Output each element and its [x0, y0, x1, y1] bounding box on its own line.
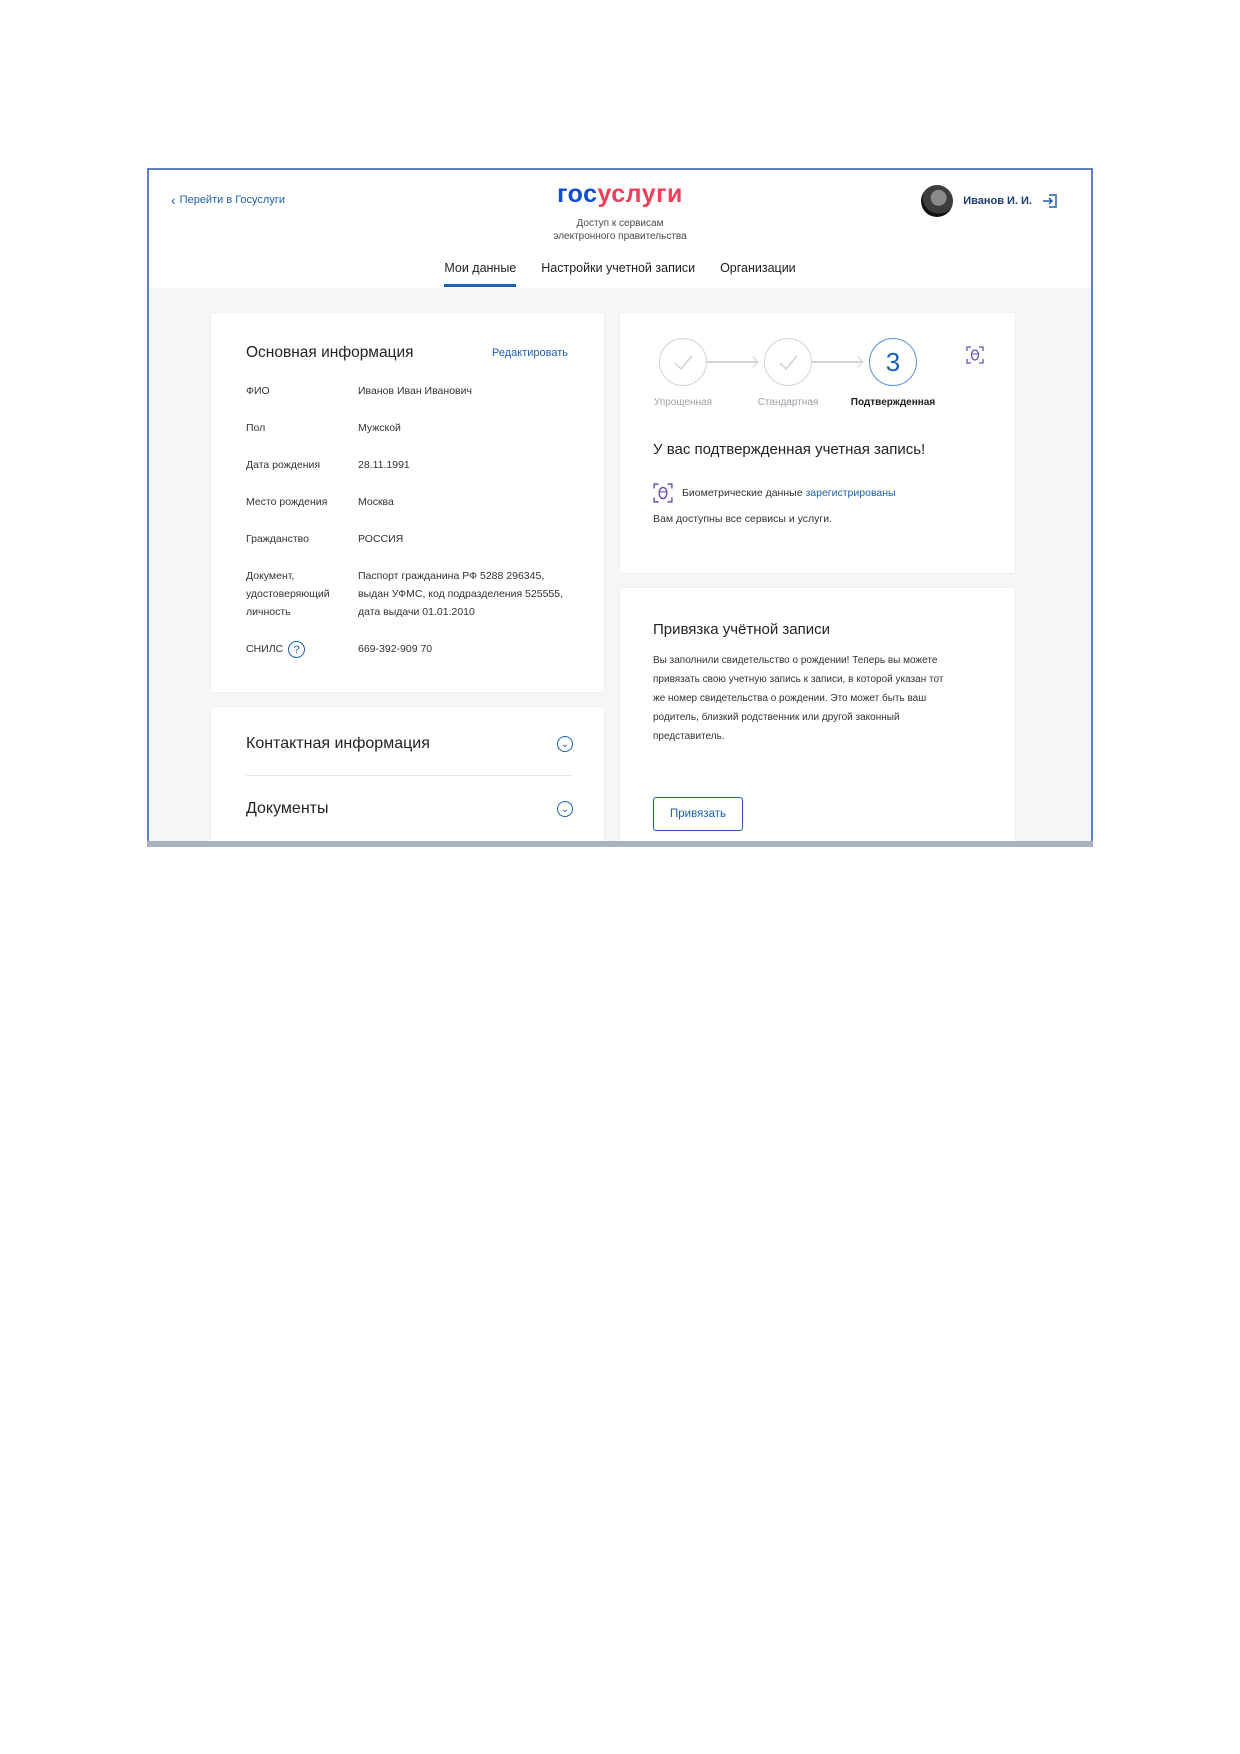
- services-available-text: Вам доступны все сервисы и услуги.: [653, 513, 833, 525]
- bind-account-button[interactable]: Привязать: [653, 797, 743, 831]
- account-status-title: У вас подтвержденная учетная запись!: [653, 441, 926, 458]
- field-label-gender: Пол: [246, 422, 266, 434]
- logo-part-uslugi: услуги: [597, 180, 683, 208]
- accordion-card: Контактная информация ⌄ Документы ⌄: [211, 707, 604, 843]
- tagline-line-2: электронного правительства: [553, 231, 687, 242]
- field-value-fio: Иванов Иван Иванович: [358, 385, 472, 397]
- tab-my-data[interactable]: Мои данные: [444, 261, 517, 287]
- accordion-contact-info[interactable]: Контактная информация ⌄: [246, 727, 573, 761]
- field-value-gender: Мужской: [358, 422, 401, 434]
- account-binding-card: Привязка учётной записи Вы заполнили сви…: [620, 588, 1015, 843]
- step-standard-circle: [764, 338, 812, 386]
- user-name[interactable]: Иванов И. И.: [963, 195, 1032, 207]
- logo-part-gos: гос: [557, 180, 598, 208]
- accordion-documents-title: Документы: [246, 800, 329, 817]
- arrow-right-icon: [852, 356, 864, 368]
- help-icon[interactable]: ?: [288, 640, 306, 658]
- check-icon: [674, 355, 693, 371]
- browser-frame: ‹ Перейти в Госуслуги госуслуги Доступ к…: [147, 168, 1093, 845]
- avatar[interactable]: [921, 185, 954, 217]
- field-label-citizenship: Гражданство: [246, 533, 309, 545]
- step-confirmed-circle: 3: [869, 338, 917, 386]
- step-label-simplified: Упрощенная: [653, 397, 713, 408]
- biometrics-text-wrap: Биометрические данные зарегистрированы: [682, 487, 896, 499]
- field-value-birth-date: 28.11.1991: [358, 459, 410, 471]
- field-label-birth-date: Дата рождения: [246, 459, 321, 471]
- binding-description: Вы заполнили свидетельство о рождении! Т…: [653, 655, 944, 742]
- field-value-snils: 669-392-909 70: [358, 643, 433, 655]
- main-info-title: Основная информация: [246, 344, 414, 361]
- edit-button[interactable]: Редактировать: [492, 347, 568, 359]
- account-level-stepper: 3 Упрощенная Стандартная Подтвержденная: [652, 338, 992, 418]
- tagline-line-1: Доступ к сервисам: [576, 218, 664, 229]
- accordion-contact-info-title: Контактная информация: [246, 735, 430, 752]
- tab-organizations[interactable]: Организации: [720, 261, 796, 287]
- logout-icon[interactable]: [1042, 193, 1058, 209]
- tab-account-settings[interactable]: Настройки учетной записи: [541, 261, 695, 287]
- biometrics-icon: [966, 346, 984, 364]
- field-value-citizenship: РОССИЯ: [358, 533, 404, 545]
- step-simplified-circle: [659, 338, 707, 386]
- accordion-documents[interactable]: Документы ⌄: [246, 792, 573, 826]
- arrow-right-icon: [747, 356, 759, 368]
- frame-bottom-edge: [147, 841, 1093, 847]
- field-label-snils-row: СНИЛС?: [246, 640, 356, 658]
- field-value-birth-place: Москва: [358, 496, 394, 508]
- account-status-card: 3 Упрощенная Стандартная Подтвержденная …: [620, 313, 1015, 573]
- binding-title: Привязка учётной записи: [653, 621, 831, 638]
- divider: [246, 775, 573, 776]
- field-label-birth-place: Место рождения: [246, 496, 328, 508]
- field-value-id-document: Паспорт гражданина РФ 5288 296345, выдан…: [358, 570, 564, 618]
- field-label-id-document: Документ, удостоверяющий личность: [246, 570, 330, 618]
- header: ‹ Перейти в Госуслуги госуслуги Доступ к…: [149, 170, 1091, 288]
- step-label-confirmed: Подтвержденная: [850, 397, 936, 408]
- step-label-standard: Стандартная: [757, 397, 819, 408]
- biometrics-text: Биометрические данные: [682, 487, 803, 499]
- field-label-fio: ФИО: [246, 385, 270, 397]
- main-info-card: Основная информация Редактировать ФИО Ив…: [211, 313, 604, 692]
- chevron-down-icon: ⌄: [557, 801, 573, 817]
- biometrics-icon: [653, 483, 673, 503]
- tagline: Доступ к сервисам электронного правитель…: [149, 217, 1091, 243]
- tabs: Мои данные Настройки учетной записи Орга…: [149, 261, 1091, 287]
- check-icon: [779, 355, 798, 371]
- field-label-snils: СНИЛС: [246, 643, 284, 655]
- user-menu[interactable]: Иванов И. И.: [921, 185, 1058, 217]
- biometrics-link[interactable]: зарегистрированы: [805, 487, 895, 499]
- step-number: 3: [885, 346, 901, 377]
- biometrics-row: Биометрические данные зарегистрированы: [653, 483, 896, 503]
- chevron-down-icon: ⌄: [557, 736, 573, 752]
